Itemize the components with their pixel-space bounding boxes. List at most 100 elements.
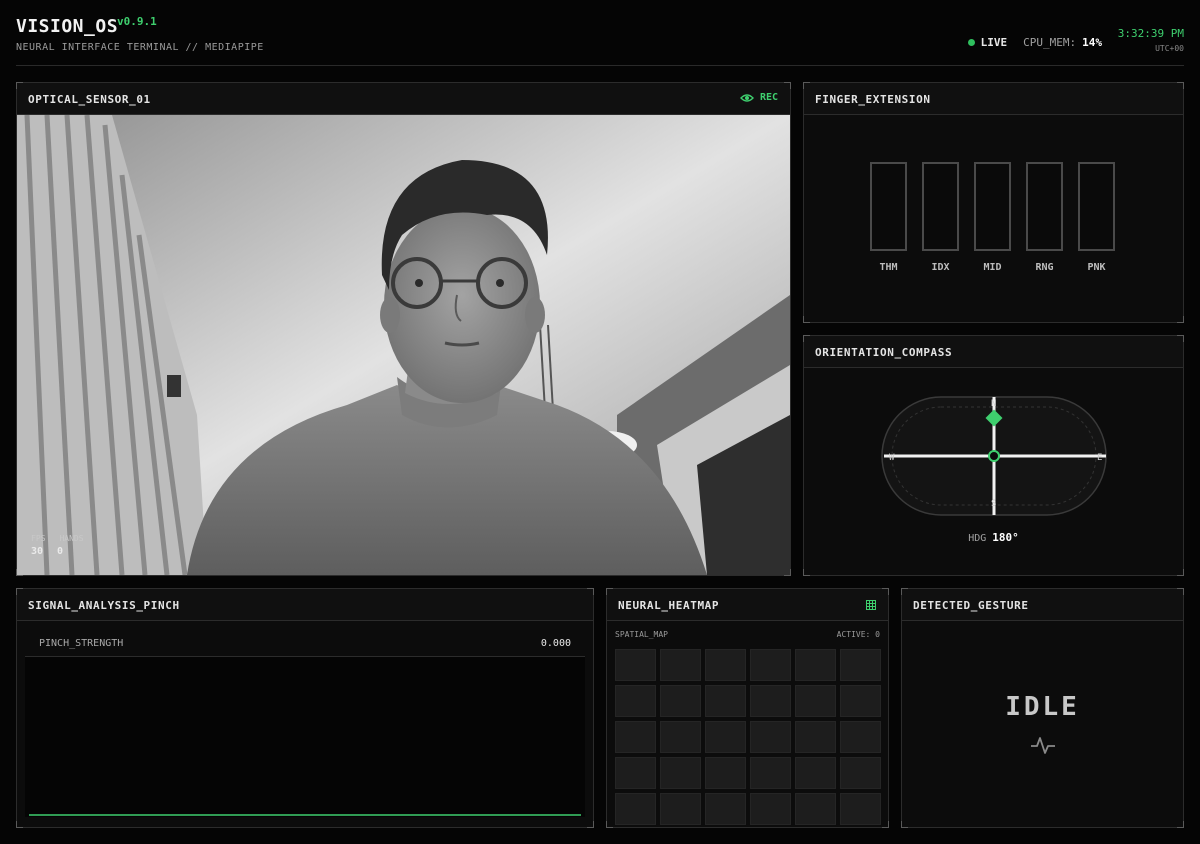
panel-corner — [606, 588, 613, 595]
finger-extension-panel: FINGER_EXTENSION THM IDX MID RNG PNK — [803, 82, 1184, 323]
heading-readout: HDG 180° — [804, 531, 1183, 544]
heading-label: HDG — [968, 533, 987, 544]
fps-value: 30 — [31, 546, 44, 557]
panel-header: DETECTED_GESTURE — [902, 589, 1183, 621]
heatmap-cell — [750, 757, 791, 789]
system-status: LIVE CPU_MEM: 14% — [967, 36, 1102, 49]
pinch-strength-row: PINCH_STRENGTH 0.000 — [25, 629, 585, 657]
heatmap-cell — [615, 793, 656, 825]
heatmap-cell — [750, 685, 791, 717]
heatmap-cell — [840, 757, 881, 789]
finger-ring: RNG — [1026, 162, 1063, 273]
panel-corner — [587, 821, 594, 828]
heatmap-cell — [705, 757, 746, 789]
finger-bars: THM IDX MID RNG PNK — [870, 162, 1115, 273]
live-dot-icon — [967, 39, 975, 46]
compass-east: E — [1097, 453, 1102, 463]
compass-south: S — [991, 499, 996, 509]
panel-corner — [803, 569, 810, 576]
heatmap-cell — [705, 721, 746, 753]
spatial-map-label: SPATIAL_MAP — [615, 630, 668, 639]
grid-icon[interactable] — [866, 600, 876, 610]
rec-indicator[interactable]: REC — [739, 92, 778, 103]
cpu-mem-value: 14% — [1082, 36, 1102, 49]
fps-label: FPS — [31, 534, 46, 543]
panel-corner — [16, 82, 23, 89]
panel-corner — [803, 335, 810, 342]
panel-corner — [901, 588, 908, 595]
active-count: ACTIVE: 0 — [836, 630, 880, 639]
panel-title: SIGNAL_ANALYSIS_PINCH — [28, 599, 180, 612]
pinch-signal-chart — [25, 657, 585, 817]
heatmap-cell — [840, 721, 881, 753]
app-subtitle: NEURAL INTERFACE TERMINAL // MEDIAPIPE — [16, 42, 264, 53]
clock-time: 3:32:39 PM — [1117, 27, 1184, 40]
panel-corner — [606, 821, 613, 828]
panel-corner — [1177, 316, 1184, 323]
panel-corner — [1177, 821, 1184, 828]
heatmap-cell — [705, 649, 746, 681]
finger-label: PNK — [1087, 262, 1106, 273]
panel-corner — [784, 82, 791, 89]
finger-label: THM — [879, 262, 898, 273]
heatmap-meta: SPATIAL_MAP ACTIVE: 0 — [615, 630, 880, 639]
clock: 3:32:39 PM UTC+00 — [1118, 27, 1184, 53]
panel-corner — [784, 569, 791, 576]
panel-corner — [803, 82, 810, 89]
heatmap-cell — [660, 685, 701, 717]
heatmap-cell — [795, 757, 836, 789]
panel-corner — [901, 821, 908, 828]
neural-heatmap-panel: NEURAL_HEATMAP SPATIAL_MAP ACTIVE: 0 — [606, 588, 889, 828]
finger-label: MID — [983, 262, 1002, 273]
clock-timezone: UTC+00 — [1155, 44, 1184, 53]
finger-index: IDX — [922, 162, 959, 273]
heatmap-cell — [615, 721, 656, 753]
optical-sensor-panel: OPTICAL_SENSOR_01 REC FPS HANDS 30 0 — [16, 82, 791, 576]
finger-pinky: PNK — [1078, 162, 1115, 273]
finger-middle: MID — [974, 162, 1011, 273]
heatmap-cell — [615, 685, 656, 717]
panel-header: FINGER_EXTENSION — [804, 83, 1183, 115]
panel-corner — [882, 821, 889, 828]
live-label: LIVE — [980, 36, 1008, 49]
panel-header: OPTICAL_SENSOR_01 REC — [17, 83, 790, 115]
heatmap-cell — [840, 685, 881, 717]
panel-corner — [1177, 335, 1184, 342]
heatmap-cell — [660, 757, 701, 789]
cpu-mem-label: CPU_MEM: — [1023, 36, 1077, 49]
app-title: VISION_OS — [16, 16, 119, 37]
panel-title: FINGER_EXTENSION — [815, 93, 931, 106]
panel-corner — [587, 588, 594, 595]
heatmap-cell — [660, 649, 701, 681]
finger-bar — [922, 162, 959, 251]
heatmap-cell — [660, 793, 701, 825]
panel-title: NEURAL_HEATMAP — [618, 599, 720, 612]
detected-gesture-panel: DETECTED_GESTURE IDLE — [901, 588, 1184, 828]
finger-thumb: THM — [870, 162, 907, 273]
finger-bar — [870, 162, 907, 251]
pulse-icon — [1031, 737, 1055, 754]
finger-bar — [1078, 162, 1115, 251]
heatmap-grid — [615, 649, 881, 825]
heatmap-cell — [750, 793, 791, 825]
app-header: VISION_OS v0.9.1 NEURAL INTERFACE TERMIN… — [16, 12, 1184, 66]
panel-corner — [882, 588, 889, 595]
rec-label: REC — [759, 92, 778, 103]
finger-bar — [974, 162, 1011, 251]
finger-label: RNG — [1035, 262, 1054, 273]
finger-bar — [1026, 162, 1063, 251]
heatmap-cell — [750, 649, 791, 681]
heatmap-cell — [660, 721, 701, 753]
pinch-strength-value: 0.000 — [540, 638, 571, 649]
eye-icon — [739, 93, 754, 102]
compass-center-icon — [988, 450, 1000, 462]
app-version: v0.9.1 — [117, 15, 157, 28]
compass-north: N — [991, 399, 996, 409]
camera-image — [17, 115, 790, 575]
panel-corner — [16, 569, 23, 576]
heatmap-cell — [795, 649, 836, 681]
heatmap-cell — [705, 685, 746, 717]
hands-label: HANDS — [59, 534, 84, 543]
signal-analysis-pinch-panel: SIGNAL_ANALYSIS_PINCH PINCH_STRENGTH 0.0… — [16, 588, 594, 828]
camera-feed: FPS HANDS 30 0 — [17, 115, 790, 575]
